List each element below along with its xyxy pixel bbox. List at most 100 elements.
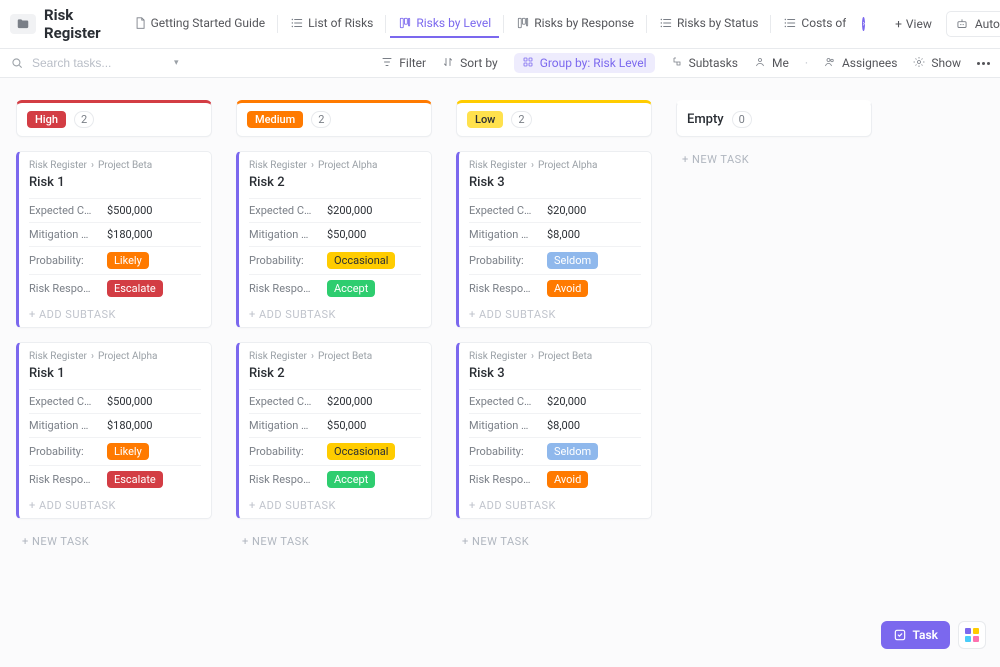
folder-chip[interactable] xyxy=(10,14,36,34)
filter-button[interactable]: Filter xyxy=(381,56,426,70)
assignees-button[interactable]: Assignees xyxy=(824,56,897,70)
filter-label: Filter xyxy=(399,56,426,70)
tab-list-of-risks[interactable]: List of Risks xyxy=(282,10,381,38)
topbar: Risk Register Getting Started Guide List … xyxy=(0,0,1000,49)
divider xyxy=(277,15,278,33)
add-subtask-link[interactable]: + ADD SUBTASK xyxy=(249,493,421,512)
add-subtask-link[interactable]: + ADD SUBTASK xyxy=(29,493,201,512)
field-label: Risk Respo… xyxy=(249,282,317,295)
column-header[interactable]: Low2 xyxy=(456,100,652,137)
field-label: Risk Respo… xyxy=(469,282,537,295)
task-card[interactable]: Risk Register›Project BetaRisk 1Expected… xyxy=(16,151,212,328)
response-tag: Avoid xyxy=(547,280,588,297)
column-empty: Empty0 + NEW TASK xyxy=(676,100,872,168)
page-title: Risk Register xyxy=(44,6,101,42)
search-icon xyxy=(10,56,24,70)
view-tabs: Getting Started Guide List of Risks Risks … xyxy=(125,10,855,38)
sortby-button[interactable]: Sort by xyxy=(442,56,498,70)
more-views-icon[interactable]: › xyxy=(862,17,865,31)
card-title: Risk 3 xyxy=(469,366,641,381)
card-title: Risk 2 xyxy=(249,175,421,190)
me-label: Me xyxy=(772,56,789,70)
show-label: Show xyxy=(931,56,961,70)
column-label: Empty xyxy=(687,112,724,127)
groupby-value: Risk Level xyxy=(593,56,646,70)
robot-icon xyxy=(955,17,969,31)
card-title: Risk 3 xyxy=(469,175,641,190)
add-subtask-link[interactable]: + ADD SUBTASK xyxy=(249,302,421,321)
groupby-static-label: Group by: xyxy=(540,56,591,70)
probability-tag: Occasional xyxy=(327,252,395,269)
response-tag: Accept xyxy=(327,471,375,488)
tab-label: List of Risks xyxy=(308,16,373,30)
tab-risks-by-level[interactable]: Risks by Level xyxy=(390,10,499,38)
list-icon xyxy=(659,16,673,30)
me-button[interactable]: Me xyxy=(754,56,789,70)
field-value: $200,000 xyxy=(327,395,372,408)
search-input[interactable] xyxy=(30,55,140,71)
column-high: High2 Risk Register›Project BetaRisk 1Exp… xyxy=(16,100,212,550)
automate-label: Automate xyxy=(975,17,1000,31)
list-icon xyxy=(783,16,797,30)
breadcrumb: Risk Register›Project Alpha xyxy=(469,160,641,171)
add-view-label: View xyxy=(906,17,932,31)
field-label: Expected C… xyxy=(469,204,537,217)
more-menu[interactable] xyxy=(977,62,990,65)
field-label: Expected C… xyxy=(29,395,97,408)
probability-tag: Seldom xyxy=(547,443,598,460)
column-header[interactable]: Empty0 xyxy=(676,100,872,137)
probability-tag: Seldom xyxy=(547,252,598,269)
task-card[interactable]: Risk Register›Project Alpha Risk 3 Expecte… xyxy=(456,151,652,328)
task-card[interactable]: Risk Register›Project AlphaRisk 1Expecte… xyxy=(16,342,212,519)
tab-risks-by-status[interactable]: Risks by Status xyxy=(651,10,766,38)
people-icon xyxy=(824,56,838,70)
tab-getting-started-guide[interactable]: Getting Started Guide xyxy=(125,10,273,38)
kanban-board: High2 Risk Register›Project BetaRisk 1Exp… xyxy=(0,78,1000,667)
new-task-link[interactable]: + NEW TASK xyxy=(676,151,872,168)
add-subtask-link[interactable]: + ADD SUBTASK xyxy=(469,493,641,512)
field-label: Mitigation … xyxy=(29,419,97,432)
field-label: Expected C… xyxy=(469,395,537,408)
subtask-icon xyxy=(671,56,685,70)
field-value: $180,000 xyxy=(107,228,152,241)
apps-icon xyxy=(965,628,979,642)
column-header[interactable]: Medium2 xyxy=(236,100,432,137)
new-task-link[interactable]: + NEW TASK xyxy=(236,533,432,550)
dots-icon xyxy=(977,62,990,65)
show-button[interactable]: Show xyxy=(913,56,961,70)
groupby-button[interactable]: Group by: Risk Level xyxy=(514,53,655,73)
card-title: Risk 1 xyxy=(29,175,201,190)
task-card[interactable]: Risk Register›Project BetaRisk 2Expected… xyxy=(236,342,432,519)
column-header[interactable]: High2 xyxy=(16,100,212,137)
add-subtask-link[interactable]: + ADD SUBTASK xyxy=(469,302,641,321)
field-value: $200,000 xyxy=(327,204,372,217)
board-icon xyxy=(516,16,530,30)
new-task-button[interactable]: Task xyxy=(881,621,951,649)
automate-button[interactable]: Automate ▾ xyxy=(946,11,1000,37)
tab-risks-by-response[interactable]: Risks by Response xyxy=(508,10,642,38)
add-subtask-link[interactable]: + ADD SUBTASK xyxy=(29,302,201,321)
plus-icon: + xyxy=(895,17,902,31)
field-value: $8,000 xyxy=(547,228,580,241)
field-label: Mitigation … xyxy=(469,419,537,432)
new-task-link[interactable]: + NEW TASK xyxy=(16,533,212,550)
subtasks-button[interactable]: Subtasks xyxy=(671,56,738,70)
sortby-label: Sort by xyxy=(460,56,498,70)
apps-button[interactable] xyxy=(958,621,986,649)
task-card[interactable]: Risk Register›Project BetaRisk 3Expected… xyxy=(456,342,652,519)
assignees-label: Assignees xyxy=(842,56,897,70)
field-value: $500,000 xyxy=(107,204,152,217)
breadcrumb: Risk Register›Project Alpha xyxy=(29,351,201,362)
new-task-link[interactable]: + NEW TASK xyxy=(456,533,652,550)
search-wrapper[interactable]: ▾ xyxy=(10,55,179,71)
chevron-down-icon[interactable]: ▾ xyxy=(174,58,179,68)
filter-icon xyxy=(381,56,395,70)
column-count: 2 xyxy=(511,111,531,128)
tab-costs-of[interactable]: Costs of xyxy=(775,10,854,38)
field-label: Mitigation … xyxy=(469,228,537,241)
task-card[interactable]: Risk Register›Project AlphaRisk 2Expecte… xyxy=(236,151,432,328)
divider xyxy=(385,15,386,33)
field-value: $180,000 xyxy=(107,419,152,432)
add-view-button[interactable]: + View xyxy=(889,11,938,37)
sort-icon xyxy=(442,56,456,70)
